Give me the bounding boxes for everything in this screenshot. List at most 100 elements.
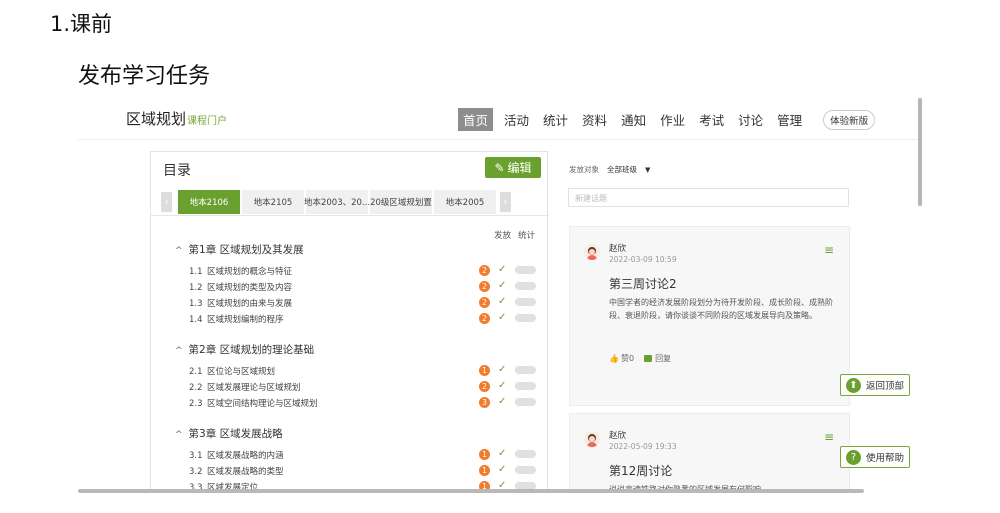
arrow-up-icon: ⬆	[846, 377, 861, 393]
nav-item-stats[interactable]: 统计	[540, 108, 571, 131]
section-item[interactable]: 2.3 区域空间结构理论与区域规划	[189, 397, 318, 409]
nav-item-exam[interactable]: 考试	[696, 108, 727, 131]
tab-class-5[interactable]: 地本2005	[434, 190, 496, 214]
section-title: 区域空间结构理论与区域规划	[207, 399, 318, 409]
section-number: 3.2	[189, 467, 203, 477]
nav-item-homework[interactable]: 作业	[657, 108, 688, 131]
check-icon[interactable]: ✓	[498, 265, 506, 275]
check-icon[interactable]: ✓	[498, 397, 506, 407]
section-number: 1.1	[189, 267, 203, 277]
post-actions: 👍 赞0 回复	[609, 353, 671, 364]
count-badge: 1	[479, 365, 490, 376]
chevron-up-icon[interactable]: ^	[175, 246, 183, 256]
section-item[interactable]: 3.2 区域发展战略的类型	[189, 465, 284, 477]
like-button[interactable]: 👍 赞0	[609, 353, 634, 364]
section-item[interactable]: 2.1 区位论与区域规划	[189, 365, 275, 377]
edit-button[interactable]: ✎ 编辑	[485, 157, 541, 178]
chapter-title: 第1章 区域规划及其发展	[188, 244, 304, 256]
stats-toggle[interactable]	[515, 298, 536, 306]
catalog-title: 目录	[163, 163, 191, 179]
doc-heading: 1.课前	[50, 12, 113, 36]
tab-class-1[interactable]: 地本2106	[178, 190, 240, 214]
post-time: 2022-03-09 10:59	[609, 255, 677, 264]
menu-icon[interactable]: ≡	[824, 430, 834, 444]
tabs-next-button[interactable]: ›	[500, 192, 511, 212]
post-author: 赵欣	[609, 244, 627, 254]
column-headers: 发放 统计	[494, 229, 535, 241]
section-number: 2.3	[189, 399, 203, 409]
nav-item-discussion[interactable]: 讨论	[735, 108, 766, 131]
vertical-scrollbar[interactable]	[918, 98, 922, 206]
chapter-title: 第2章 区域规划的理论基础	[188, 344, 315, 356]
section-item[interactable]: 1.1 区域规划的概念与特征	[189, 265, 292, 277]
chapter-1[interactable]: ^ 第1章 区域规划及其发展	[175, 242, 304, 257]
stats-toggle[interactable]	[515, 266, 536, 274]
chapter-2[interactable]: ^ 第2章 区域规划的理论基础	[175, 342, 314, 357]
menu-icon[interactable]: ≡	[824, 243, 834, 257]
new-topic-input[interactable]: 新建话题	[568, 188, 849, 207]
audience-selector[interactable]: 发放对象 全部班级 ▼	[569, 164, 650, 175]
nav-item-notice[interactable]: 通知	[618, 108, 649, 131]
chapter-title: 第3章 区域发展战略	[188, 428, 283, 440]
nav-item-materials[interactable]: 资料	[579, 108, 610, 131]
stats-toggle[interactable]	[515, 282, 536, 290]
tab-class-2[interactable]: 地本2105	[242, 190, 304, 214]
col-stats-header: 统计	[517, 231, 535, 241]
discussion-card[interactable]: 赵欣 2022-05-09 19:33 ≡ 第12周讨论 说说高速铁路对你熟悉的…	[569, 413, 850, 493]
comment-icon	[644, 355, 653, 362]
chevron-left-icon: ‹	[164, 196, 169, 208]
check-icon[interactable]: ✓	[498, 297, 506, 307]
discussion-card[interactable]: 赵欣 2022-03-09 10:59 ≡ 第三周讨论2 中国学者的经济发展阶段…	[569, 226, 850, 406]
section-number: 2.1	[189, 367, 203, 377]
stats-toggle[interactable]	[515, 466, 536, 474]
nav-item-manage[interactable]: 管理	[774, 108, 805, 131]
chevron-up-icon[interactable]: ^	[175, 430, 183, 440]
stats-toggle[interactable]	[515, 366, 536, 374]
section-title: 区位论与区域规划	[207, 367, 276, 377]
section-item[interactable]: 3.1 区域发展战略的内涵	[189, 449, 284, 461]
nav-item-home[interactable]: 首页	[458, 108, 494, 131]
section-item[interactable]: 1.4 区域规划编制的程序	[189, 313, 284, 325]
check-icon[interactable]: ✓	[498, 465, 506, 475]
post-title[interactable]: 第三周讨论2	[609, 275, 677, 292]
audience-value: 全部班级	[607, 165, 637, 174]
stats-toggle[interactable]	[515, 398, 536, 406]
chapter-3[interactable]: ^ 第3章 区域发展战略	[175, 426, 283, 441]
tab-class-4[interactable]: 20级区域规划置	[370, 190, 432, 214]
tabs-prev-button[interactable]: ‹	[161, 192, 172, 212]
stats-toggle[interactable]	[515, 450, 536, 458]
section-item[interactable]: 1.3 区域规划的由来与发展	[189, 297, 292, 309]
section-number: 1.3	[189, 299, 203, 309]
section-number: 3.1	[189, 451, 203, 461]
post-body: 中国学者的经济发展阶段划分为待开发阶段、成长阶段、成熟阶段、衰退阶段，请你谈谈不…	[609, 298, 833, 320]
check-icon[interactable]: ✓	[498, 365, 506, 375]
count-badge: 1	[479, 465, 490, 476]
check-icon[interactable]: ✓	[498, 381, 506, 391]
post-title[interactable]: 第12周讨论	[609, 462, 672, 479]
help-button[interactable]: ? 使用帮助	[840, 446, 911, 468]
check-icon[interactable]: ✓	[498, 281, 506, 291]
catalog-panel: 目录 ✎ 编辑 ‹ 地本2106 地本2105 地本2003、20... 20级…	[150, 151, 549, 493]
top-nav: 区域规划课程门户 首页 活动 统计 资料 通知 作业 考试 讨论 管理 体验新版	[78, 98, 923, 140]
section-number: 2.2	[189, 383, 203, 393]
nav-item-activity[interactable]: 活动	[501, 108, 532, 131]
section-title: 区域规划的由来与发展	[207, 299, 293, 309]
reply-button[interactable]: 回复	[644, 353, 671, 364]
back-to-top-button[interactable]: ⬆ 返回顶部	[840, 374, 911, 396]
section-item[interactable]: 2.2 区域发展理论与区域规划	[189, 381, 301, 393]
try-new-version-button[interactable]: 体验新版	[823, 109, 876, 130]
check-icon[interactable]: ✓	[498, 449, 506, 459]
chevron-right-icon: ›	[503, 196, 508, 208]
check-icon[interactable]: ✓	[498, 313, 506, 323]
chevron-up-icon[interactable]: ^	[175, 346, 183, 356]
doc-subheading: 发布学习任务	[78, 64, 211, 89]
stats-toggle[interactable]	[515, 314, 536, 322]
count-badge: 2	[479, 265, 490, 276]
stats-toggle[interactable]	[515, 382, 536, 390]
tab-class-3[interactable]: 地本2003、20...	[304, 190, 370, 214]
course-brand[interactable]: 区域规划课程门户	[126, 108, 227, 129]
section-item[interactable]: 1.2 区域规划的类型及内容	[189, 281, 292, 293]
course-portal-label: 课程门户	[187, 116, 228, 127]
reply-label: 回复	[655, 354, 672, 363]
horizontal-scrollbar[interactable]	[78, 489, 864, 493]
